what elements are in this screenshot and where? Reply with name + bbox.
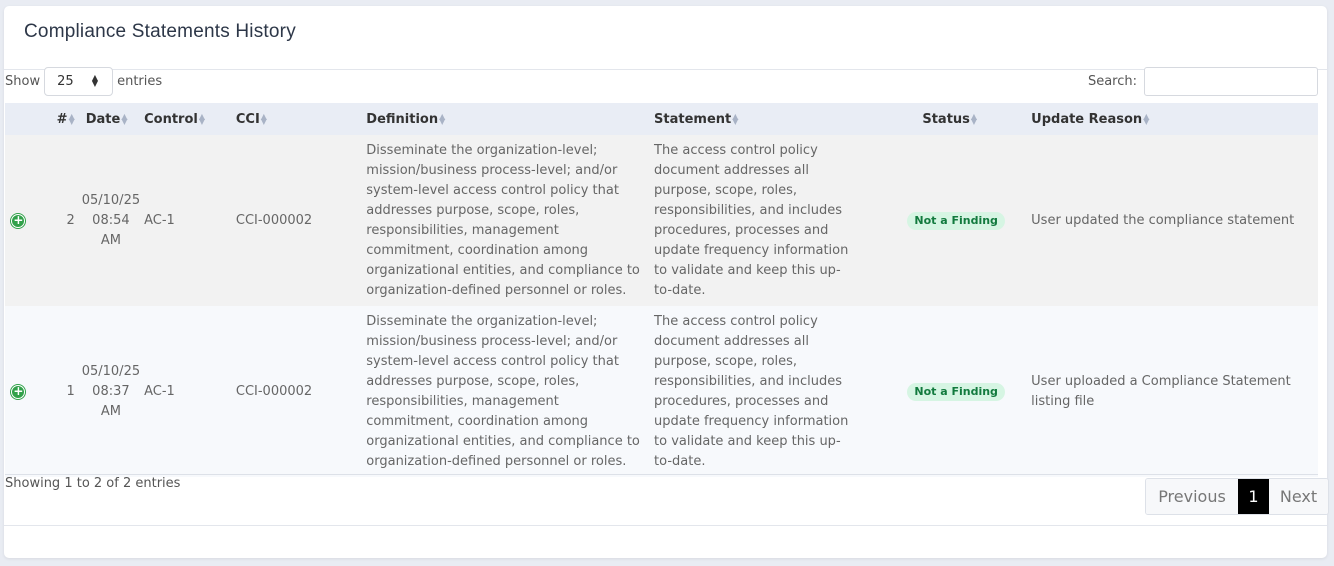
compliance-history-table: #▲ ▼ Date▲ ▼ Control▲ ▼ CCI▲ ▼ Definition▲ ▼ … bbox=[5, 103, 1318, 477]
sort-icon: ▲ ▼ bbox=[439, 112, 446, 126]
status-badge: Not a Finding bbox=[907, 382, 1005, 401]
sort-icon: ▲ ▼ bbox=[1143, 112, 1150, 126]
table-header-row: #▲ ▼ Date▲ ▼ Control▲ ▼ CCI▲ ▼ Definition▲ ▼ … bbox=[5, 103, 1318, 135]
row-number: 1 bbox=[66, 383, 75, 399]
sort-icon: ▲ ▼ bbox=[121, 112, 128, 126]
show-label: Show bbox=[5, 73, 41, 89]
expand-row-icon[interactable]: + bbox=[11, 213, 26, 228]
row-definition: Disseminate the organization-level; miss… bbox=[366, 142, 640, 298]
row-cci: CCI-000002 bbox=[235, 383, 313, 399]
table-row: + 1 05/10/25 08:37 AM AC-1 CCI-000002 Di… bbox=[5, 306, 1318, 477]
row-definition: Disseminate the organization-level; miss… bbox=[366, 313, 640, 469]
column-header-update-reason[interactable]: Update Reason▲ ▼ bbox=[1031, 103, 1318, 135]
row-update-reason: User uploaded a Compliance Statement lis… bbox=[1031, 373, 1291, 409]
column-header-control[interactable]: Control▲ ▼ bbox=[144, 103, 236, 135]
previous-page-button[interactable]: Previous bbox=[1146, 479, 1238, 514]
column-header-date[interactable]: Date▲ ▼ bbox=[78, 103, 144, 135]
column-header-cci[interactable]: CCI▲ ▼ bbox=[236, 103, 366, 135]
page-1-button[interactable]: 1 bbox=[1238, 479, 1269, 514]
table-row: + 2 05/10/25 08:54 AM AC-1 CCI-000002 Di… bbox=[5, 135, 1318, 306]
column-header-statement[interactable]: Statement▲ ▼ bbox=[654, 103, 898, 135]
table-info: Showing 1 to 2 of 2 entries bbox=[5, 476, 181, 491]
entries-length-control: Show 25 ▲ ▼ entries bbox=[5, 66, 162, 96]
sort-icon: ▲ ▼ bbox=[260, 112, 267, 126]
next-page-button[interactable]: Next bbox=[1269, 479, 1328, 514]
page-title: Compliance Statements History bbox=[24, 21, 296, 42]
table-bottom-border bbox=[5, 474, 1318, 475]
entries-label: entries bbox=[117, 73, 163, 89]
row-control: AC-1 bbox=[144, 383, 175, 399]
column-header-number[interactable]: #▲ ▼ bbox=[32, 103, 78, 135]
sort-icon: ▲ ▼ bbox=[68, 112, 75, 126]
row-update-reason: User updated the compliance statement bbox=[1031, 212, 1295, 228]
sort-icon: ▲ ▼ bbox=[970, 112, 978, 126]
search-control: Search: bbox=[1088, 66, 1318, 96]
row-date: 05/10/25 08:37 AM bbox=[81, 363, 141, 419]
row-statement: The access control policy document addre… bbox=[654, 142, 849, 298]
table-controls: Show 25 ▲ ▼ entries Search: bbox=[5, 66, 1318, 100]
entries-length-value: 25 bbox=[57, 73, 74, 89]
row-statement: The access control policy document addre… bbox=[654, 313, 849, 469]
sort-icon: ▲ ▼ bbox=[732, 112, 739, 126]
search-input[interactable] bbox=[1144, 66, 1318, 96]
row-cci: CCI-000002 bbox=[235, 212, 313, 228]
select-caret-icon: ▲ ▼ bbox=[91, 72, 99, 88]
row-number: 2 bbox=[66, 212, 75, 228]
entries-length-select[interactable]: 25 ▲ ▼ bbox=[44, 66, 114, 96]
status-badge: Not a Finding bbox=[907, 211, 1005, 230]
row-date: 05/10/25 08:54 AM bbox=[81, 192, 141, 248]
sort-icon: ▲ ▼ bbox=[198, 112, 206, 126]
expand-column-header bbox=[5, 103, 32, 135]
column-header-status[interactable]: Status▲ ▼ bbox=[898, 103, 1031, 135]
search-label: Search: bbox=[1087, 73, 1137, 89]
card-header: Compliance Statements History bbox=[4, 6, 1327, 70]
card-footer-divider bbox=[4, 525, 1327, 526]
column-header-definition[interactable]: Definition▲ ▼ bbox=[366, 103, 654, 135]
pagination: Previous 1 Next bbox=[1145, 478, 1329, 515]
row-control: AC-1 bbox=[144, 212, 175, 228]
expand-row-icon[interactable]: + bbox=[11, 384, 26, 399]
